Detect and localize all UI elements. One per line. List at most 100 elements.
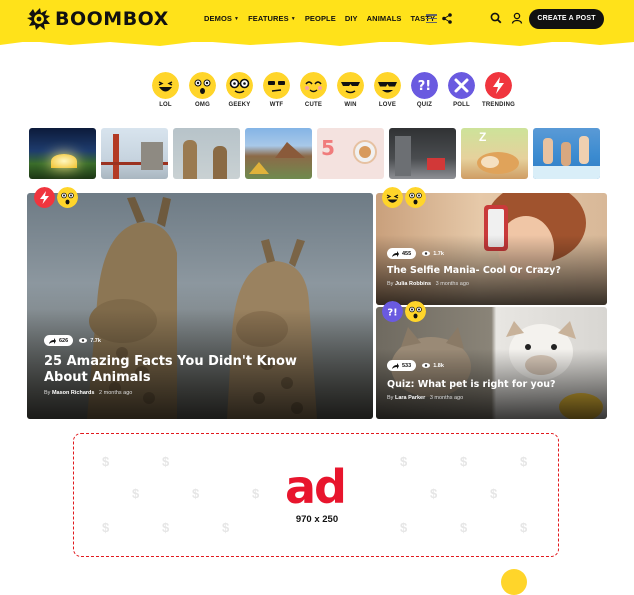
city-crossing-thumb[interactable] (389, 128, 456, 179)
post-meta: By Mason Richards 2 months ago (44, 390, 132, 396)
reaction-label: GEEKY (228, 102, 251, 108)
post-time: 2 months ago (99, 390, 133, 396)
dollar-pattern: $ (192, 486, 200, 501)
reaction-love[interactable]: LOVE (372, 72, 403, 108)
reaction-label: TRENDING (482, 102, 515, 108)
create-post-button[interactable]: CREATE A POST (529, 9, 604, 29)
share-count-value: 455 (402, 250, 412, 257)
dollar-pattern: $ (252, 486, 260, 501)
post-time: 3 months ago (429, 395, 464, 401)
reaction-bar: LOL OMG GEEKY WTF CUTE WIN LOVE ?! QUIZ … (150, 72, 515, 108)
nav-item-diy[interactable]: DIY (345, 14, 358, 23)
share-arrow-icon (392, 362, 399, 369)
omg-badge-icon (57, 187, 78, 208)
logo-text: BOOMBOX (55, 8, 169, 30)
trending-badge-icon (34, 187, 55, 208)
share-count-value: 626 (59, 337, 69, 344)
post-author[interactable]: Julia Robbins (395, 281, 431, 287)
site-logo[interactable]: BOOMBOX (26, 6, 169, 32)
post-meta: By Julia Robbins 3 months ago (387, 281, 469, 287)
win-face-icon (337, 72, 364, 99)
eye-icon (422, 363, 431, 368)
menu-icon[interactable] (426, 14, 437, 23)
dollar-pattern: $ (490, 486, 498, 501)
view-count-value: 1.8k (433, 362, 444, 369)
post-author[interactable]: Mason Richards (52, 390, 94, 396)
selfie-post-card[interactable]: 455 1.7k The Selfie Mania- Cool Or Crazy… (376, 193, 607, 305)
nav-item-animals[interactable]: ANIMALS (367, 14, 402, 23)
post-title[interactable]: 25 Amazing Facts You Didn't Know About A… (44, 354, 297, 385)
quiz-post-card[interactable]: 533 1.8k Quiz: What pet is right for you… (376, 307, 607, 419)
reaction-wtf[interactable]: WTF (261, 72, 292, 108)
post-stats: 626 7.7k (44, 335, 101, 346)
sleeping-dog-thumb[interactable]: Z (461, 128, 528, 179)
ad-banner[interactable]: $ $ $ $ $ $ $ $ $ $ $ $ $ $ $ $ ad 970 x… (73, 433, 559, 557)
reaction-geeky[interactable]: GEEKY (224, 72, 255, 108)
author-prefix: By (44, 390, 51, 396)
quiz-icon: ?! (411, 72, 438, 99)
poll-icon (448, 72, 475, 99)
ad-size-label: 970 x 250 (295, 514, 339, 525)
eye-icon (422, 251, 431, 256)
reaction-cute[interactable]: CUTE (298, 72, 329, 108)
post-stats: 455 1.7k (387, 248, 444, 259)
reaction-label: WTF (269, 102, 284, 108)
svg-text:?!: ?! (418, 79, 431, 94)
dollar-pattern: $ (400, 454, 408, 469)
omg-face-icon (189, 72, 216, 99)
dollar-pattern: $ (132, 486, 140, 501)
post-time: 3 months ago (435, 281, 469, 287)
post-author[interactable]: Lara Parker (395, 395, 425, 401)
nav-item-demos[interactable]: DEMOS ▼ (204, 14, 239, 23)
lol-face-icon (152, 72, 179, 99)
nav-item-people[interactable]: PEOPLE (305, 14, 336, 23)
main-nav: DEMOS ▼ FEATURES ▼ PEOPLE DIY ANIMALS TAST… (204, 14, 435, 23)
share-arrow-icon (49, 337, 56, 344)
golden-gate-thumb[interactable] (101, 128, 168, 179)
geeky-face-icon (226, 72, 253, 99)
svg-text:?!: ?! (387, 308, 397, 319)
love-face-icon (374, 72, 401, 99)
view-count-value: 1.7k (433, 250, 444, 257)
tent-night-thumb[interactable] (29, 128, 96, 179)
share-count[interactable]: 626 (44, 335, 74, 346)
dollar-pattern: $ (460, 454, 468, 469)
featured-post-card[interactable]: 626 7.7k 25 Amazing Facts You Didn't Kno… (27, 193, 373, 419)
giraffes-thumb[interactable] (173, 128, 240, 179)
dollar-pattern: $ (520, 454, 528, 469)
wtf-face-icon (263, 72, 290, 99)
share-count[interactable]: 533 (387, 360, 417, 371)
share-icon[interactable] (442, 13, 452, 24)
reaction-lol[interactable]: LOL (150, 72, 181, 108)
reaction-quiz[interactable]: ?! QUIZ (409, 72, 440, 108)
user-icon[interactable] (511, 12, 523, 24)
quiz-badges: ?! (382, 301, 426, 322)
post-stats: 533 1.8k (387, 360, 444, 371)
view-count: 7.7k (79, 338, 101, 344)
boombox-logo-icon (27, 8, 50, 30)
reaction-omg[interactable]: OMG (187, 72, 218, 108)
reaction-label: LOL (159, 102, 172, 108)
pool-jump-thumb[interactable] (533, 128, 600, 179)
post-title[interactable]: The Selfie Mania- Cool Or Crazy? (387, 265, 561, 276)
reaction-label: LOVE (378, 102, 397, 108)
lol-badge-icon (382, 187, 403, 208)
post-title-line: 25 Amazing Facts You Didn't Know (44, 354, 297, 369)
view-count: 1.8k (422, 363, 444, 369)
dollar-pattern: $ (102, 454, 110, 469)
search-icon[interactable] (490, 12, 502, 24)
dollar-pattern: $ (162, 454, 170, 469)
view-count-value: 7.7k (90, 337, 101, 344)
share-count[interactable]: 455 (387, 248, 417, 259)
tents-camp-thumb[interactable] (245, 128, 312, 179)
reaction-win[interactable]: WIN (335, 72, 366, 108)
nav-item-features[interactable]: FEATURES ▼ (248, 14, 296, 23)
reaction-trending[interactable]: TRENDING (482, 72, 515, 108)
cute-face-icon (300, 72, 327, 99)
reaction-label: QUIZ (416, 102, 433, 108)
cookies-thumb[interactable]: 5 (317, 128, 384, 179)
post-title[interactable]: Quiz: What pet is right for you? (387, 379, 556, 390)
post-meta: By Lara Parker 3 months ago (387, 395, 463, 401)
author-prefix: By (387, 395, 394, 401)
reaction-poll[interactable]: POLL (446, 72, 477, 108)
